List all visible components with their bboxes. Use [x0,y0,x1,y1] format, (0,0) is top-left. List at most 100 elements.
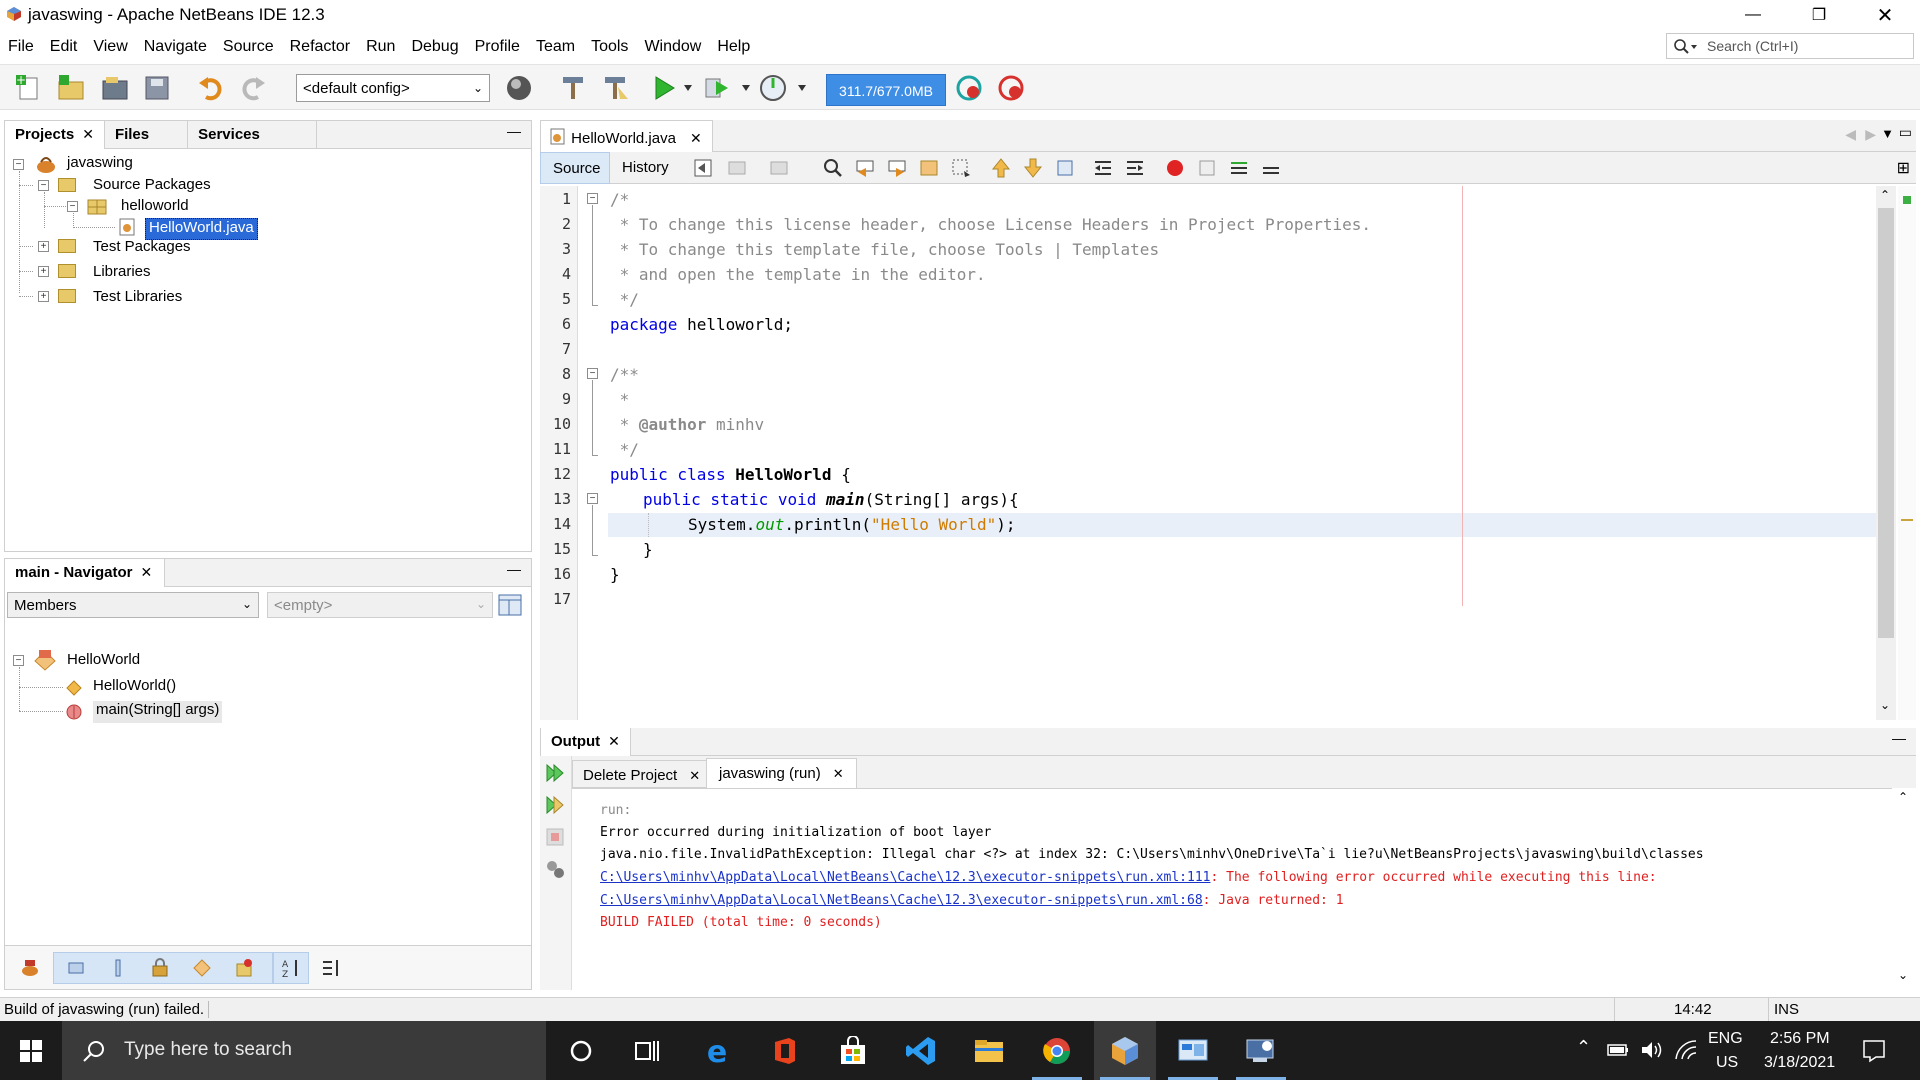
tree-libraries[interactable]: Libraries [93,263,151,285]
output-link[interactable]: C:\Users\minhv\AppData\Local\NetBeans\Ca… [600,893,1203,908]
run-project-icon[interactable] [650,73,680,103]
tree-test-packages[interactable]: Test Packages [93,238,191,260]
comment-icon[interactable] [1228,157,1250,179]
menu-tools[interactable]: Tools [583,32,636,60]
profiler-snapshot-icon[interactable] [996,73,1026,103]
menu-edit[interactable]: Edit [42,32,86,60]
microsoft-store-icon[interactable] [822,1021,884,1080]
memory-usage-indicator[interactable]: 311.7/677.0MB [826,74,946,106]
tab-helloworld-java[interactable]: HelloWorld.java ✕ [540,120,713,152]
clock-date[interactable]: 3/18/2021 [1764,1054,1835,1072]
close-window-button[interactable]: ✕ [1862,0,1908,30]
sort-by-source-icon[interactable] [320,957,342,979]
menu-team[interactable]: Team [528,32,583,60]
save-all-icon[interactable] [142,73,172,103]
profile-dropdown-icon[interactable] [798,85,806,91]
nav-constructor[interactable]: HelloWorld() [93,677,176,699]
show-non-public-icon[interactable] [149,957,171,979]
previous-bookmark-icon[interactable] [990,157,1012,179]
menu-view[interactable]: View [85,32,135,60]
menu-refactor[interactable]: Refactor [282,32,358,60]
run-dropdown-icon[interactable] [684,85,692,91]
scroll-up-icon[interactable]: ⌃ [1880,188,1890,202]
nav-class-helloworld[interactable]: HelloWorld [67,651,140,673]
minimize-button[interactable]: — [1730,0,1776,30]
output-link[interactable]: C:\Users\minhv\AppData\Local\NetBeans\Ca… [600,870,1210,885]
collapse-project-icon[interactable]: − [13,159,24,170]
back-icon[interactable] [726,157,748,179]
code-editor[interactable]: /* * To change this license header, choo… [608,186,1894,720]
volume-icon[interactable] [1640,1039,1664,1061]
menu-window[interactable]: Window [636,32,709,60]
tree-package-helloworld[interactable]: helloworld [121,197,189,219]
task-view-icon[interactable] [616,1021,678,1080]
new-file-icon[interactable]: + [14,73,44,103]
start-macro-icon[interactable] [1164,157,1186,179]
control-panel-icon[interactable] [1162,1021,1224,1080]
menu-debug[interactable]: Debug [403,32,466,60]
taskbar-search[interactable]: Type here to search [62,1021,546,1080]
close-icon[interactable]: ✕ [82,126,94,142]
expand-test-packages-icon[interactable]: + [38,241,49,252]
show-opened-documents-icon[interactable]: ▼ [1881,126,1894,141]
collapse-class-icon[interactable]: − [13,655,24,666]
clean-build-icon[interactable] [600,73,630,103]
forward-icon[interactable] [768,157,790,179]
shift-left-icon[interactable] [1092,157,1114,179]
battery-icon[interactable] [1606,1041,1630,1059]
tree-source-packages[interactable]: Source Packages [93,176,211,198]
wifi-icon[interactable] [1674,1039,1698,1061]
tab-delete-project[interactable]: Delete Project ✕ [572,760,712,788]
debug-dropdown-icon[interactable] [742,85,750,91]
tab-output[interactable]: Output ✕ [540,728,631,756]
tab-navigator[interactable]: main - Navigator ✕ [5,559,166,587]
close-icon[interactable]: ✕ [833,766,844,781]
configuration-select[interactable]: <default config> ⌄ [296,74,490,102]
javadoc-window-icon[interactable] [497,592,523,618]
open-project-icon[interactable] [100,73,130,103]
sort-by-name-icon[interactable]: AZ [280,957,302,979]
find-previous-icon[interactable] [854,157,876,179]
nav-method-main[interactable]: main(String[] args) [93,701,223,723]
new-project-icon[interactable] [56,73,86,103]
history-tab[interactable]: History [622,159,669,176]
shift-right-icon[interactable] [1124,157,1146,179]
notifications-icon[interactable] [1862,1039,1886,1063]
undo-icon[interactable] [196,73,226,103]
expand-test-libraries-icon[interactable]: + [38,291,49,302]
show-fqn-icon[interactable] [233,957,255,979]
stop-icon[interactable] [544,826,566,848]
show-inherited-icon[interactable] [19,957,41,979]
scroll-tabs-left-icon[interactable]: ◀ [1845,126,1856,143]
rerun-with-params-icon[interactable] [544,794,566,816]
tree-test-libraries[interactable]: Test Libraries [93,288,182,310]
tab-projects[interactable]: Projects ✕ [5,121,105,149]
netbeans-taskbar-icon[interactable] [1094,1021,1156,1080]
collapse-package-icon[interactable]: − [67,201,78,212]
cortana-icon[interactable] [550,1021,612,1080]
show-inner-classes-icon[interactable] [191,957,213,979]
filter-select[interactable]: <empty> ⌄ [267,592,493,618]
collapse-source-packages-icon[interactable]: − [38,180,49,191]
menu-run[interactable]: Run [358,32,403,60]
rerun-icon[interactable] [544,762,566,784]
scroll-down-icon[interactable]: ⌄ [1898,968,1908,982]
fold-method-icon[interactable]: − [587,493,598,504]
gc-icon[interactable] [954,73,984,103]
next-bookmark-icon[interactable] [1022,157,1044,179]
last-edit-icon[interactable] [692,157,714,179]
remote-desktop-icon[interactable] [1230,1021,1292,1080]
minimize-panel-icon[interactable]: — [1892,730,1906,746]
input-region[interactable]: US [1716,1054,1738,1072]
caret-position[interactable]: 14:42 [1674,1001,1712,1018]
fold-comment-icon[interactable]: − [587,193,598,204]
minimize-panel-icon[interactable]: — [507,561,521,577]
scroll-up-icon[interactable]: ⌃ [1898,790,1908,804]
rect-selection-icon[interactable] [950,157,972,179]
quick-search-box[interactable]: Search (Ctrl+I) [1666,33,1914,59]
minimize-panel-icon[interactable]: — [507,123,521,139]
menu-help[interactable]: Help [709,32,758,60]
close-tab-icon[interactable]: ✕ [690,130,702,146]
find-icon[interactable] [822,157,844,179]
chrome-icon[interactable] [1026,1021,1088,1080]
